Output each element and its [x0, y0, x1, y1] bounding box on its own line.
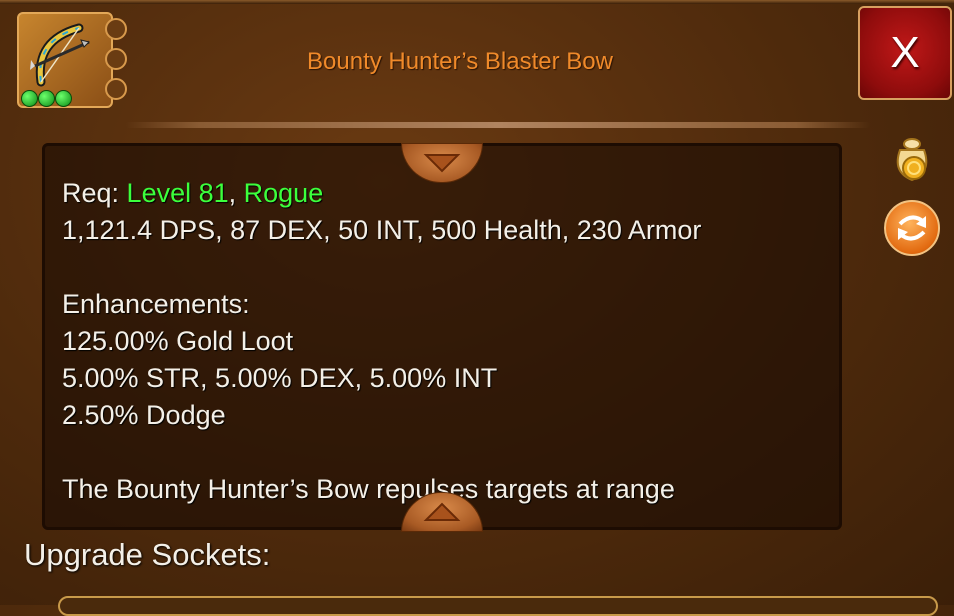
- upgrade-sockets-heading: Upgrade Sockets:: [24, 537, 271, 572]
- gold-bag-icon: [896, 138, 928, 182]
- title-divider: [126, 122, 870, 128]
- enhancement-line: 2.50% Dodge: [62, 400, 226, 430]
- item-title: Bounty Hunter’s Blaster Bow: [307, 48, 613, 75]
- required-level: Level 81: [126, 178, 229, 208]
- requirements-separator: ,: [228, 178, 244, 208]
- upgrade-socket-bar[interactable]: [58, 596, 938, 616]
- enhancement-line: 5.00% STR, 5.00% DEX, 5.00% INT: [62, 363, 498, 393]
- swap-arrows-icon: [898, 215, 926, 241]
- empty-socket: [105, 48, 127, 70]
- item-icon-frame[interactable]: [17, 12, 113, 108]
- empty-socket: [105, 78, 127, 100]
- socket-gem: [55, 90, 72, 107]
- triangle-up-icon: [423, 502, 461, 521]
- required-class: Rogue: [243, 178, 324, 208]
- bow-icon: [30, 23, 90, 87]
- enhancement-line: 125.00% Gold Loot: [62, 326, 294, 356]
- socket-gem: [21, 90, 38, 107]
- item-stats-text: Req: Level 81, Rogue 1,121.4 DPS, 87 DEX…: [62, 175, 832, 508]
- enhancements-heading: Enhancements:: [62, 289, 250, 319]
- requirements-line: Req: Level 81, Rogue: [62, 175, 832, 212]
- socket-gem: [38, 90, 55, 107]
- window-frame: [0, 0, 954, 4]
- empty-socket: [105, 18, 127, 40]
- base-stats-line: 1,121.4 DPS, 87 DEX, 50 INT, 500 Health,…: [62, 215, 702, 245]
- compare-button[interactable]: [884, 200, 940, 256]
- close-button[interactable]: X: [858, 6, 952, 100]
- sell-button[interactable]: [886, 130, 942, 186]
- requirements-label: Req:: [62, 178, 127, 208]
- triangle-down-icon: [423, 154, 461, 173]
